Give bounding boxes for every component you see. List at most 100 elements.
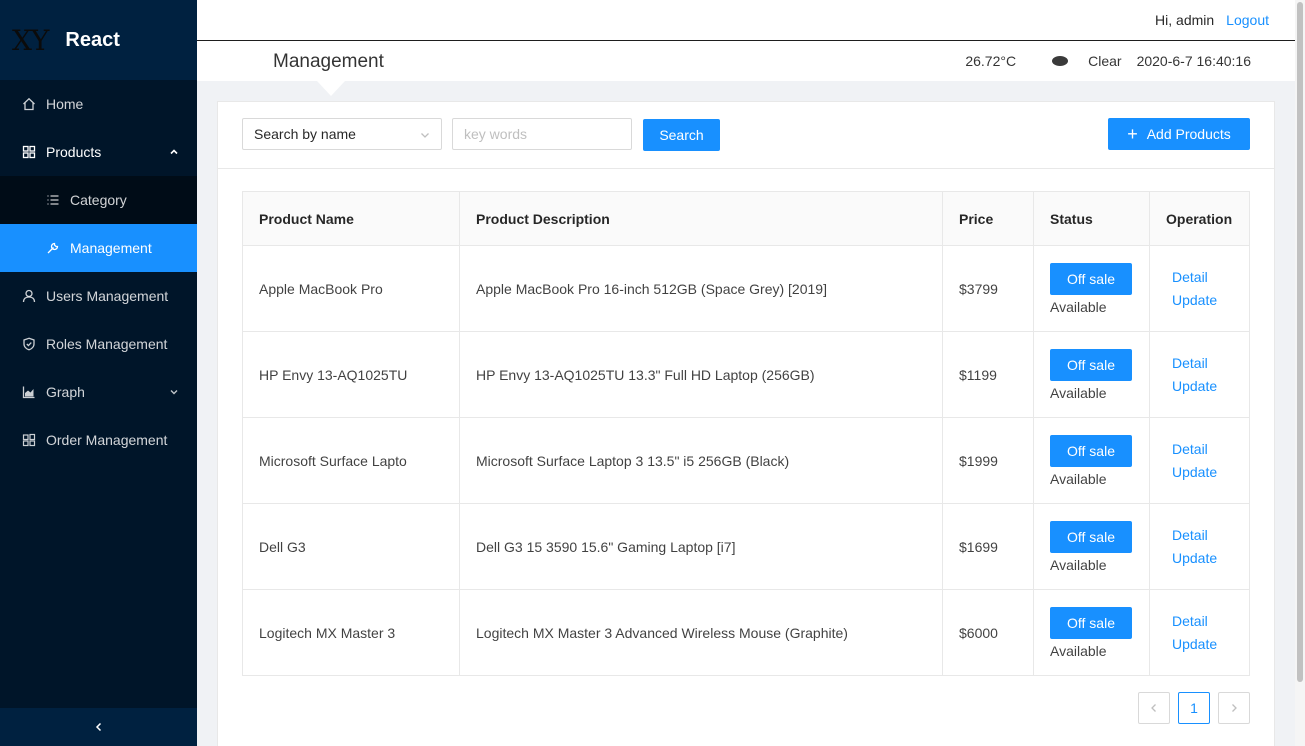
product-description: HP Envy 13-AQ1025TU 13.3" Full HD Laptop…	[459, 331, 943, 418]
products-table: Product Name Product Description Price S…	[242, 191, 1250, 676]
add-products-button[interactable]: + Add Products	[1108, 118, 1250, 150]
table-row: Microsoft Surface Lapto Microsoft Surfac…	[242, 417, 1250, 504]
chevron-up-icon	[170, 149, 178, 155]
header: Hi, admin Logout Management 26.72°C Clea…	[197, 0, 1295, 96]
product-price: $1699	[942, 503, 1034, 590]
card-toolbar: Search by name Search + Add Products	[218, 102, 1274, 169]
header-top: Hi, admin Logout	[197, 0, 1295, 41]
status-cell: Off sale Available	[1033, 503, 1150, 590]
next-page-button[interactable]	[1218, 692, 1250, 724]
datetime: 2020-6-7 16:40:16	[1136, 53, 1251, 69]
user-icon	[22, 289, 36, 303]
chevron-left-icon	[1151, 704, 1156, 712]
off-sale-button[interactable]: Off sale	[1050, 520, 1132, 553]
chevron-down-icon	[421, 133, 429, 138]
product-description: Apple MacBook Pro 16-inch 512GB (Space G…	[459, 245, 943, 332]
page-title: Management	[273, 51, 384, 72]
keywords-input[interactable]	[452, 118, 632, 150]
status-text: Available	[1050, 298, 1107, 315]
products-card: Search by name Search + Add Products Pro…	[217, 101, 1275, 746]
status-text: Available	[1050, 470, 1107, 487]
logout-link[interactable]: Logout	[1226, 12, 1269, 28]
sidebar-item-roles[interactable]: Roles Management	[0, 320, 197, 368]
tool-icon	[46, 241, 60, 255]
off-sale-button[interactable]: Off sale	[1050, 606, 1132, 639]
sidebar-item-orders[interactable]: Order Management	[0, 416, 197, 464]
sidebar-collapse-trigger[interactable]	[0, 708, 197, 746]
operation-cell: Detail Update	[1149, 417, 1250, 504]
detail-link[interactable]: Detail	[1166, 266, 1233, 289]
plus-icon: +	[1127, 124, 1138, 144]
table-row: Dell G3 Dell G3 15 3590 15.6" Gaming Lap…	[242, 503, 1250, 590]
off-sale-button[interactable]: Off sale	[1050, 348, 1132, 381]
page-button-current[interactable]: 1	[1178, 692, 1210, 724]
page-scrollbar[interactable]	[1295, 0, 1305, 746]
detail-link[interactable]: Detail	[1166, 610, 1233, 633]
logo-mark: XY	[12, 23, 49, 57]
product-name: Apple MacBook Pro	[242, 245, 460, 332]
windows-icon	[22, 433, 36, 447]
search-type-select[interactable]: Search by name	[242, 118, 442, 150]
sidebar-item-label: Users Management	[46, 288, 169, 304]
column-header: Product Description	[459, 191, 943, 246]
status-cell: Off sale Available	[1033, 331, 1150, 418]
appstore-icon	[22, 145, 36, 159]
sidebar-item-products[interactable]: Products	[0, 128, 197, 176]
off-sale-button[interactable]: Off sale	[1050, 262, 1132, 295]
prev-page-button[interactable]	[1138, 692, 1170, 724]
table-header-row: Product Name Product Description Price S…	[242, 191, 1250, 246]
off-sale-button[interactable]: Off sale	[1050, 434, 1132, 467]
column-header: Price	[942, 191, 1034, 246]
status-text: Available	[1050, 384, 1107, 401]
sidebar-item-management[interactable]: Management	[0, 224, 197, 272]
update-link[interactable]: Update	[1166, 461, 1233, 484]
pagination: 1	[1138, 692, 1250, 724]
greeting: Hi, admin	[1155, 12, 1215, 28]
title-caret	[317, 81, 345, 96]
sidebar-item-graph[interactable]: Graph	[0, 368, 197, 416]
search-type-value: Search by name	[254, 126, 356, 142]
status-cell: Off sale Available	[1033, 417, 1150, 504]
product-description: Dell G3 15 3590 15.6" Gaming Laptop [i7]	[459, 503, 943, 590]
detail-link[interactable]: Detail	[1166, 438, 1233, 461]
logo[interactable]: XY React	[0, 0, 197, 80]
operation-cell: Detail Update	[1149, 245, 1250, 332]
sidebar-item-category[interactable]: Category	[0, 176, 197, 224]
product-name: Logitech MX Master 3	[242, 589, 460, 676]
weather-text: Clear	[1088, 53, 1122, 69]
status-cell: Off sale Available	[1033, 589, 1150, 676]
operation-cell: Detail Update	[1149, 589, 1250, 676]
sidebar-item-home[interactable]: Home	[0, 80, 197, 128]
detail-link[interactable]: Detail	[1166, 352, 1233, 375]
operation-cell: Detail Update	[1149, 503, 1250, 590]
status-cell: Off sale Available	[1033, 245, 1150, 332]
scrollbar-thumb[interactable]	[1297, 2, 1303, 682]
table-row: Apple MacBook Pro Apple MacBook Pro 16-i…	[242, 245, 1250, 332]
search-button[interactable]: Search	[643, 119, 720, 151]
safety-icon	[22, 337, 36, 351]
sidebar-item-label: Home	[46, 96, 84, 112]
temperature: 26.72°C	[965, 53, 1017, 69]
sidebar-item-label: Products	[46, 144, 102, 160]
sidebar-item-label: Category	[70, 192, 127, 208]
update-link[interactable]: Update	[1166, 633, 1233, 656]
chevron-down-icon	[170, 390, 178, 395]
product-name: HP Envy 13-AQ1025TU	[242, 331, 460, 418]
sidebar-item-label: Management	[70, 240, 152, 256]
update-link[interactable]: Update	[1166, 289, 1233, 312]
update-link[interactable]: Update	[1166, 375, 1233, 398]
detail-link[interactable]: Detail	[1166, 524, 1233, 547]
column-header: Status	[1033, 191, 1150, 246]
sidebar-item-label: Graph	[46, 384, 85, 400]
sidebar-item-label: Order Management	[46, 432, 168, 448]
product-description: Logitech MX Master 3 Advanced Wireless M…	[459, 589, 943, 676]
update-link[interactable]: Update	[1166, 547, 1233, 570]
sidebar-item-users[interactable]: Users Management	[0, 272, 197, 320]
product-description: Microsoft Surface Laptop 3 13.5" i5 256G…	[459, 417, 943, 504]
weather-info: 26.72°C Clear 2020-6-7 16:40:16	[965, 53, 1251, 69]
products-submenu: Category Management	[0, 176, 197, 272]
weather-icon	[1052, 56, 1069, 66]
product-name: Dell G3	[242, 503, 460, 590]
chevron-left-icon	[95, 722, 101, 732]
product-price: $1199	[942, 331, 1034, 418]
